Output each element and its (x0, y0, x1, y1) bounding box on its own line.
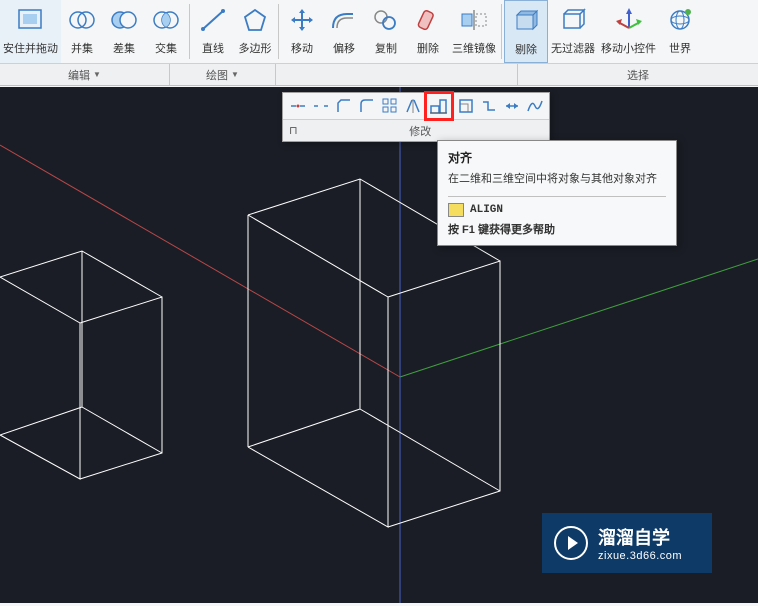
group-draw[interactable]: 绘图▼ (170, 64, 276, 85)
break-icon[interactable] (309, 95, 332, 117)
join-icon[interactable] (477, 95, 500, 117)
intersect-icon (148, 2, 184, 38)
move-gizmo-button[interactable]: 移动小控件 (598, 0, 659, 63)
press-drag-icon (13, 2, 49, 38)
press-and-drag-button[interactable]: 安住并拖动 (0, 0, 61, 63)
modify-flyout-panel: ⊓ 修改 (282, 92, 550, 142)
line-button[interactable]: 直线 (192, 0, 234, 63)
world-button[interactable]: 世界 (659, 0, 701, 63)
3d-mirror-button[interactable]: 三维镜像 (449, 0, 499, 63)
ribbon-group-labels: 编辑▼ 绘图▼ 选择 (0, 63, 758, 85)
tooltip-title: 对齐 (448, 149, 666, 166)
line-icon (195, 2, 231, 38)
command-icon (448, 203, 464, 217)
intersect-button[interactable]: 交集 (145, 0, 187, 63)
no-filter-icon (555, 2, 591, 38)
group-edit[interactable]: 编辑▼ (0, 64, 170, 85)
chevron-down-icon: ▼ (93, 70, 101, 79)
flyout-group-label: 修改 (298, 123, 543, 139)
chamfer-rect-icon[interactable] (332, 95, 355, 117)
mirror-axis-icon[interactable] (401, 95, 424, 117)
move-gizmo-icon (611, 2, 647, 38)
divider (278, 4, 279, 59)
align-tooltip: 对齐 在二维和三维空间中将对象与其他对象对齐 ALIGN 按 F1 键获得更多帮… (437, 140, 677, 246)
small-box-wire (0, 251, 162, 479)
culling-button[interactable]: 剔除 (504, 0, 548, 63)
divider (501, 4, 502, 59)
divider (189, 4, 190, 59)
spline-icon[interactable] (523, 95, 546, 117)
polygon-icon (237, 2, 273, 38)
world-icon (662, 2, 698, 38)
tooltip-command: ALIGN (448, 203, 666, 217)
offset-button[interactable]: 偏移 (323, 0, 365, 63)
union-icon (64, 2, 100, 38)
watermark-cn: 溜溜自学 (598, 524, 682, 550)
group-select[interactable]: 选择 (518, 64, 758, 85)
move-button[interactable]: 移动 (281, 0, 323, 63)
watermark-en: zixue.3d66.com (598, 550, 682, 562)
axis-y (400, 259, 758, 377)
ribbon-toolbar: 安住并拖动 并集 差集 交集 直线 (0, 0, 758, 63)
no-filter-button[interactable]: 无过滤器 (548, 0, 598, 63)
copy-icon (368, 2, 404, 38)
flyout-icon-row (283, 93, 549, 119)
copy-button[interactable]: 复制 (365, 0, 407, 63)
move-icon (284, 2, 320, 38)
tooltip-divider (448, 196, 666, 197)
axis-x (0, 145, 400, 377)
chamfer-edge-icon[interactable] (355, 95, 378, 117)
culling-icon (508, 3, 544, 39)
pin-icon[interactable]: ⊓ (289, 124, 298, 137)
reverse-icon[interactable] (500, 95, 523, 117)
subtract-icon (106, 2, 142, 38)
watermark-logo: 溜溜自学 zixue.3d66.com (542, 513, 712, 573)
offset-icon (326, 2, 362, 38)
chevron-down-icon: ▼ (231, 70, 239, 79)
erase-icon (410, 2, 446, 38)
array-icon[interactable] (378, 95, 401, 117)
group-modify (276, 64, 518, 85)
union-button[interactable]: 并集 (61, 0, 103, 63)
erase-button[interactable]: 删除 (407, 0, 449, 63)
subtract-button[interactable]: 差集 (103, 0, 145, 63)
break-point-icon[interactable] (286, 95, 309, 117)
flyout-footer: ⊓ 修改 (283, 119, 549, 141)
tooltip-description: 在二维和三维空间中将对象与其他对象对齐 (448, 170, 666, 186)
tooltip-help: 按 F1 键获得更多帮助 (448, 221, 666, 237)
play-icon (554, 526, 588, 560)
align-icon[interactable] (424, 91, 454, 121)
polygon-button[interactable]: 多边形 (234, 0, 276, 63)
3d-mirror-icon (456, 2, 492, 38)
scale-icon[interactable] (454, 95, 477, 117)
